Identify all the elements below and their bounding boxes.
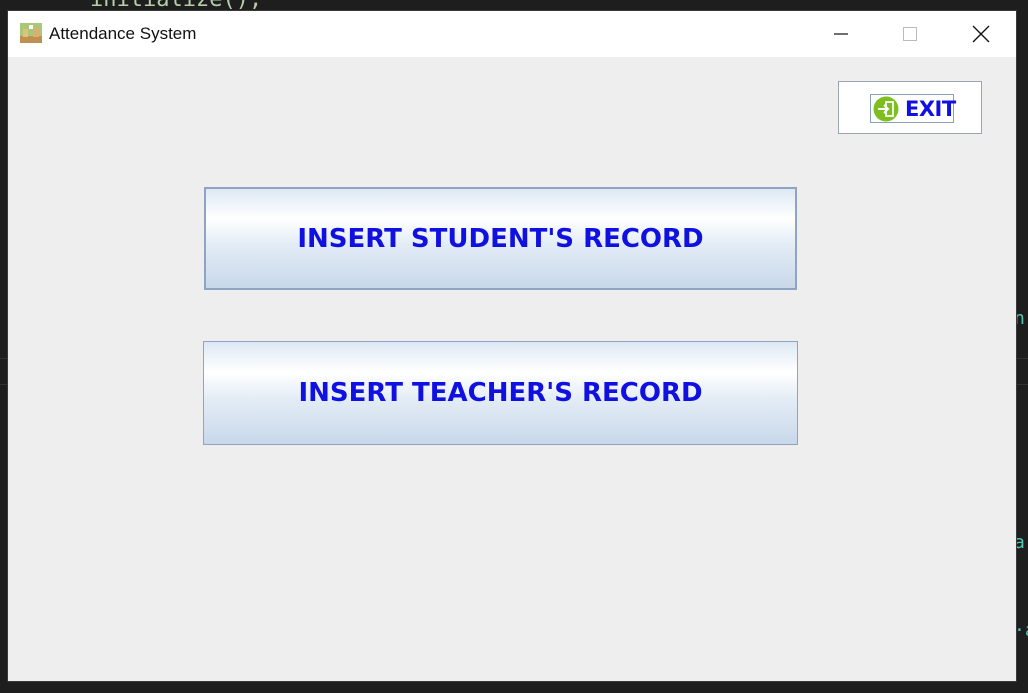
background-edge-text: ·a xyxy=(1014,620,1028,641)
window-title: Attendance System xyxy=(49,24,197,43)
exit-button-focus: EXIT xyxy=(870,94,956,123)
maximize-button[interactable] xyxy=(875,11,945,57)
close-button[interactable] xyxy=(946,11,1016,57)
background-edge-text: n xyxy=(1014,308,1025,329)
close-icon xyxy=(972,25,990,43)
title-bar[interactable]: Attendance System xyxy=(8,11,1016,57)
insert-student-record-button[interactable]: INSERT STUDENT'S RECORD xyxy=(204,187,797,290)
insert-student-record-label: INSERT STUDENT'S RECORD xyxy=(297,223,704,254)
attendance-window: Attendance System EXIT INSERT STUDENT'S … xyxy=(8,11,1016,681)
minimize-button[interactable] xyxy=(806,11,876,57)
exit-label: EXIT xyxy=(905,96,956,121)
main-panel: EXIT INSERT STUDENT'S RECORD INSERT TEAC… xyxy=(8,57,1016,681)
insert-teacher-record-button[interactable]: INSERT TEACHER'S RECORD xyxy=(203,341,798,445)
insert-teacher-record-label: INSERT TEACHER'S RECORD xyxy=(298,378,703,408)
maximize-icon xyxy=(902,26,918,42)
exit-door-icon xyxy=(873,96,899,122)
minimize-icon xyxy=(833,26,849,42)
app-icon xyxy=(20,23,42,43)
background-edge-text: a xyxy=(1014,532,1025,553)
exit-button[interactable]: EXIT xyxy=(838,81,982,134)
